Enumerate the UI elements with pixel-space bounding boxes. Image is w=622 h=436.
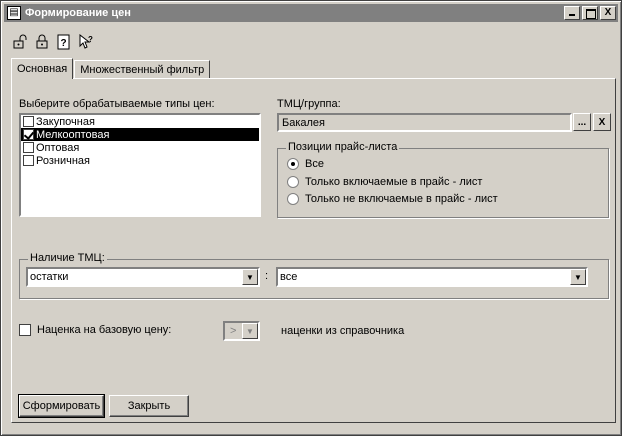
radio-label: Только включаемые в прайс - лист xyxy=(305,176,483,188)
markup-source-label: наценки из справочника xyxy=(281,325,405,337)
markup-checkbox[interactable] xyxy=(19,324,31,336)
chevron-down-icon[interactable]: ▼ xyxy=(242,323,258,339)
browse-button[interactable]: ... xyxy=(573,113,591,131)
availability-left-select[interactable]: остатки ▼ xyxy=(26,267,260,287)
goods-group-value: Бакалея xyxy=(282,116,326,129)
list-item[interactable]: Закупочная xyxy=(21,115,259,128)
radio-button[interactable] xyxy=(287,158,299,170)
app-icon: ▤ xyxy=(7,6,21,20)
window-title: Формирование цен xyxy=(25,7,131,19)
markup-checkbox-label: Наценка на базовую цену: xyxy=(37,324,172,336)
radio-label: Все xyxy=(305,158,324,170)
generate-button[interactable]: Сформировать xyxy=(18,394,105,418)
availability-right-value: все xyxy=(280,271,298,283)
checkbox[interactable] xyxy=(23,142,34,153)
goods-group-label: ТМЦ/группа: xyxy=(277,98,341,110)
tab-multi-filter[interactable]: Множественный фильтр xyxy=(74,60,211,79)
tab-strip: Основная Множественный фильтр xyxy=(11,58,211,79)
radio-button[interactable] xyxy=(287,176,299,188)
checkbox[interactable] xyxy=(23,155,34,166)
close-button-label: Закрыть xyxy=(127,400,171,412)
radio-all[interactable]: Все xyxy=(287,158,324,170)
window-controls: X xyxy=(562,6,616,20)
context-help-icon[interactable]: ? xyxy=(77,33,95,51)
price-types-label: Выберите обрабатываемые типы цен: xyxy=(19,98,215,110)
close-window-button[interactable]: X xyxy=(600,6,616,20)
lock-open-icon[interactable] xyxy=(11,33,29,51)
svg-text:?: ? xyxy=(88,35,93,44)
goods-group-field[interactable]: Бакалея xyxy=(277,113,572,132)
availability-left-value: остатки xyxy=(30,271,69,283)
list-item-label: Розничная xyxy=(36,154,90,167)
tab-main[interactable]: Основная xyxy=(11,58,74,79)
main-window: ▤ Формирование цен X ? ? Основная Множес… xyxy=(0,0,622,436)
list-item[interactable]: Розничная xyxy=(21,154,259,167)
chevron-down-icon[interactable]: ▼ xyxy=(242,269,258,285)
help-icon[interactable]: ? xyxy=(55,33,73,51)
title-bar[interactable]: ▤ Формирование цен X xyxy=(4,4,618,22)
list-item[interactable]: Мелкооптовая xyxy=(21,128,259,141)
availability-legend: Наличие ТМЦ: xyxy=(28,252,107,264)
minimize-button[interactable] xyxy=(564,6,580,20)
checkbox[interactable] xyxy=(23,129,34,140)
close-button[interactable]: Закрыть xyxy=(109,395,189,417)
pricelist-legend: Позиции прайс-листа xyxy=(286,141,400,153)
list-item-label: Закупочная xyxy=(36,115,95,128)
list-item-label: Мелкооптовая xyxy=(36,128,110,141)
availability-right-select[interactable]: все ▼ xyxy=(276,267,588,287)
generate-button-label: Сформировать xyxy=(22,400,101,412)
radio-label: Только не включаемые в прайс - лист xyxy=(305,193,498,205)
lock-icon[interactable] xyxy=(33,33,51,51)
toolbar: ? ? xyxy=(11,33,95,51)
radio-included[interactable]: Только включаемые в прайс - лист xyxy=(287,176,482,188)
markup-operator-select[interactable]: > ▼ xyxy=(223,321,260,341)
svg-text:?: ? xyxy=(60,38,66,49)
list-item[interactable]: Оптовая xyxy=(21,141,259,154)
radio-not-included[interactable]: Только не включаемые в прайс - лист xyxy=(287,193,498,205)
availability-separator: : xyxy=(265,270,269,282)
radio-button[interactable] xyxy=(287,193,299,205)
markup-checkbox-row[interactable]: Наценка на базовую цену: xyxy=(19,324,171,336)
chevron-down-icon[interactable]: ▼ xyxy=(570,269,586,285)
checkbox[interactable] xyxy=(23,116,34,127)
maximize-button[interactable] xyxy=(582,6,598,20)
markup-operator-value: > xyxy=(230,325,237,337)
list-item-label: Оптовая xyxy=(36,141,80,154)
clear-button[interactable]: X xyxy=(593,113,611,131)
price-types-list[interactable]: Закупочная Мелкооптовая Оптовая Рознична… xyxy=(19,113,261,217)
